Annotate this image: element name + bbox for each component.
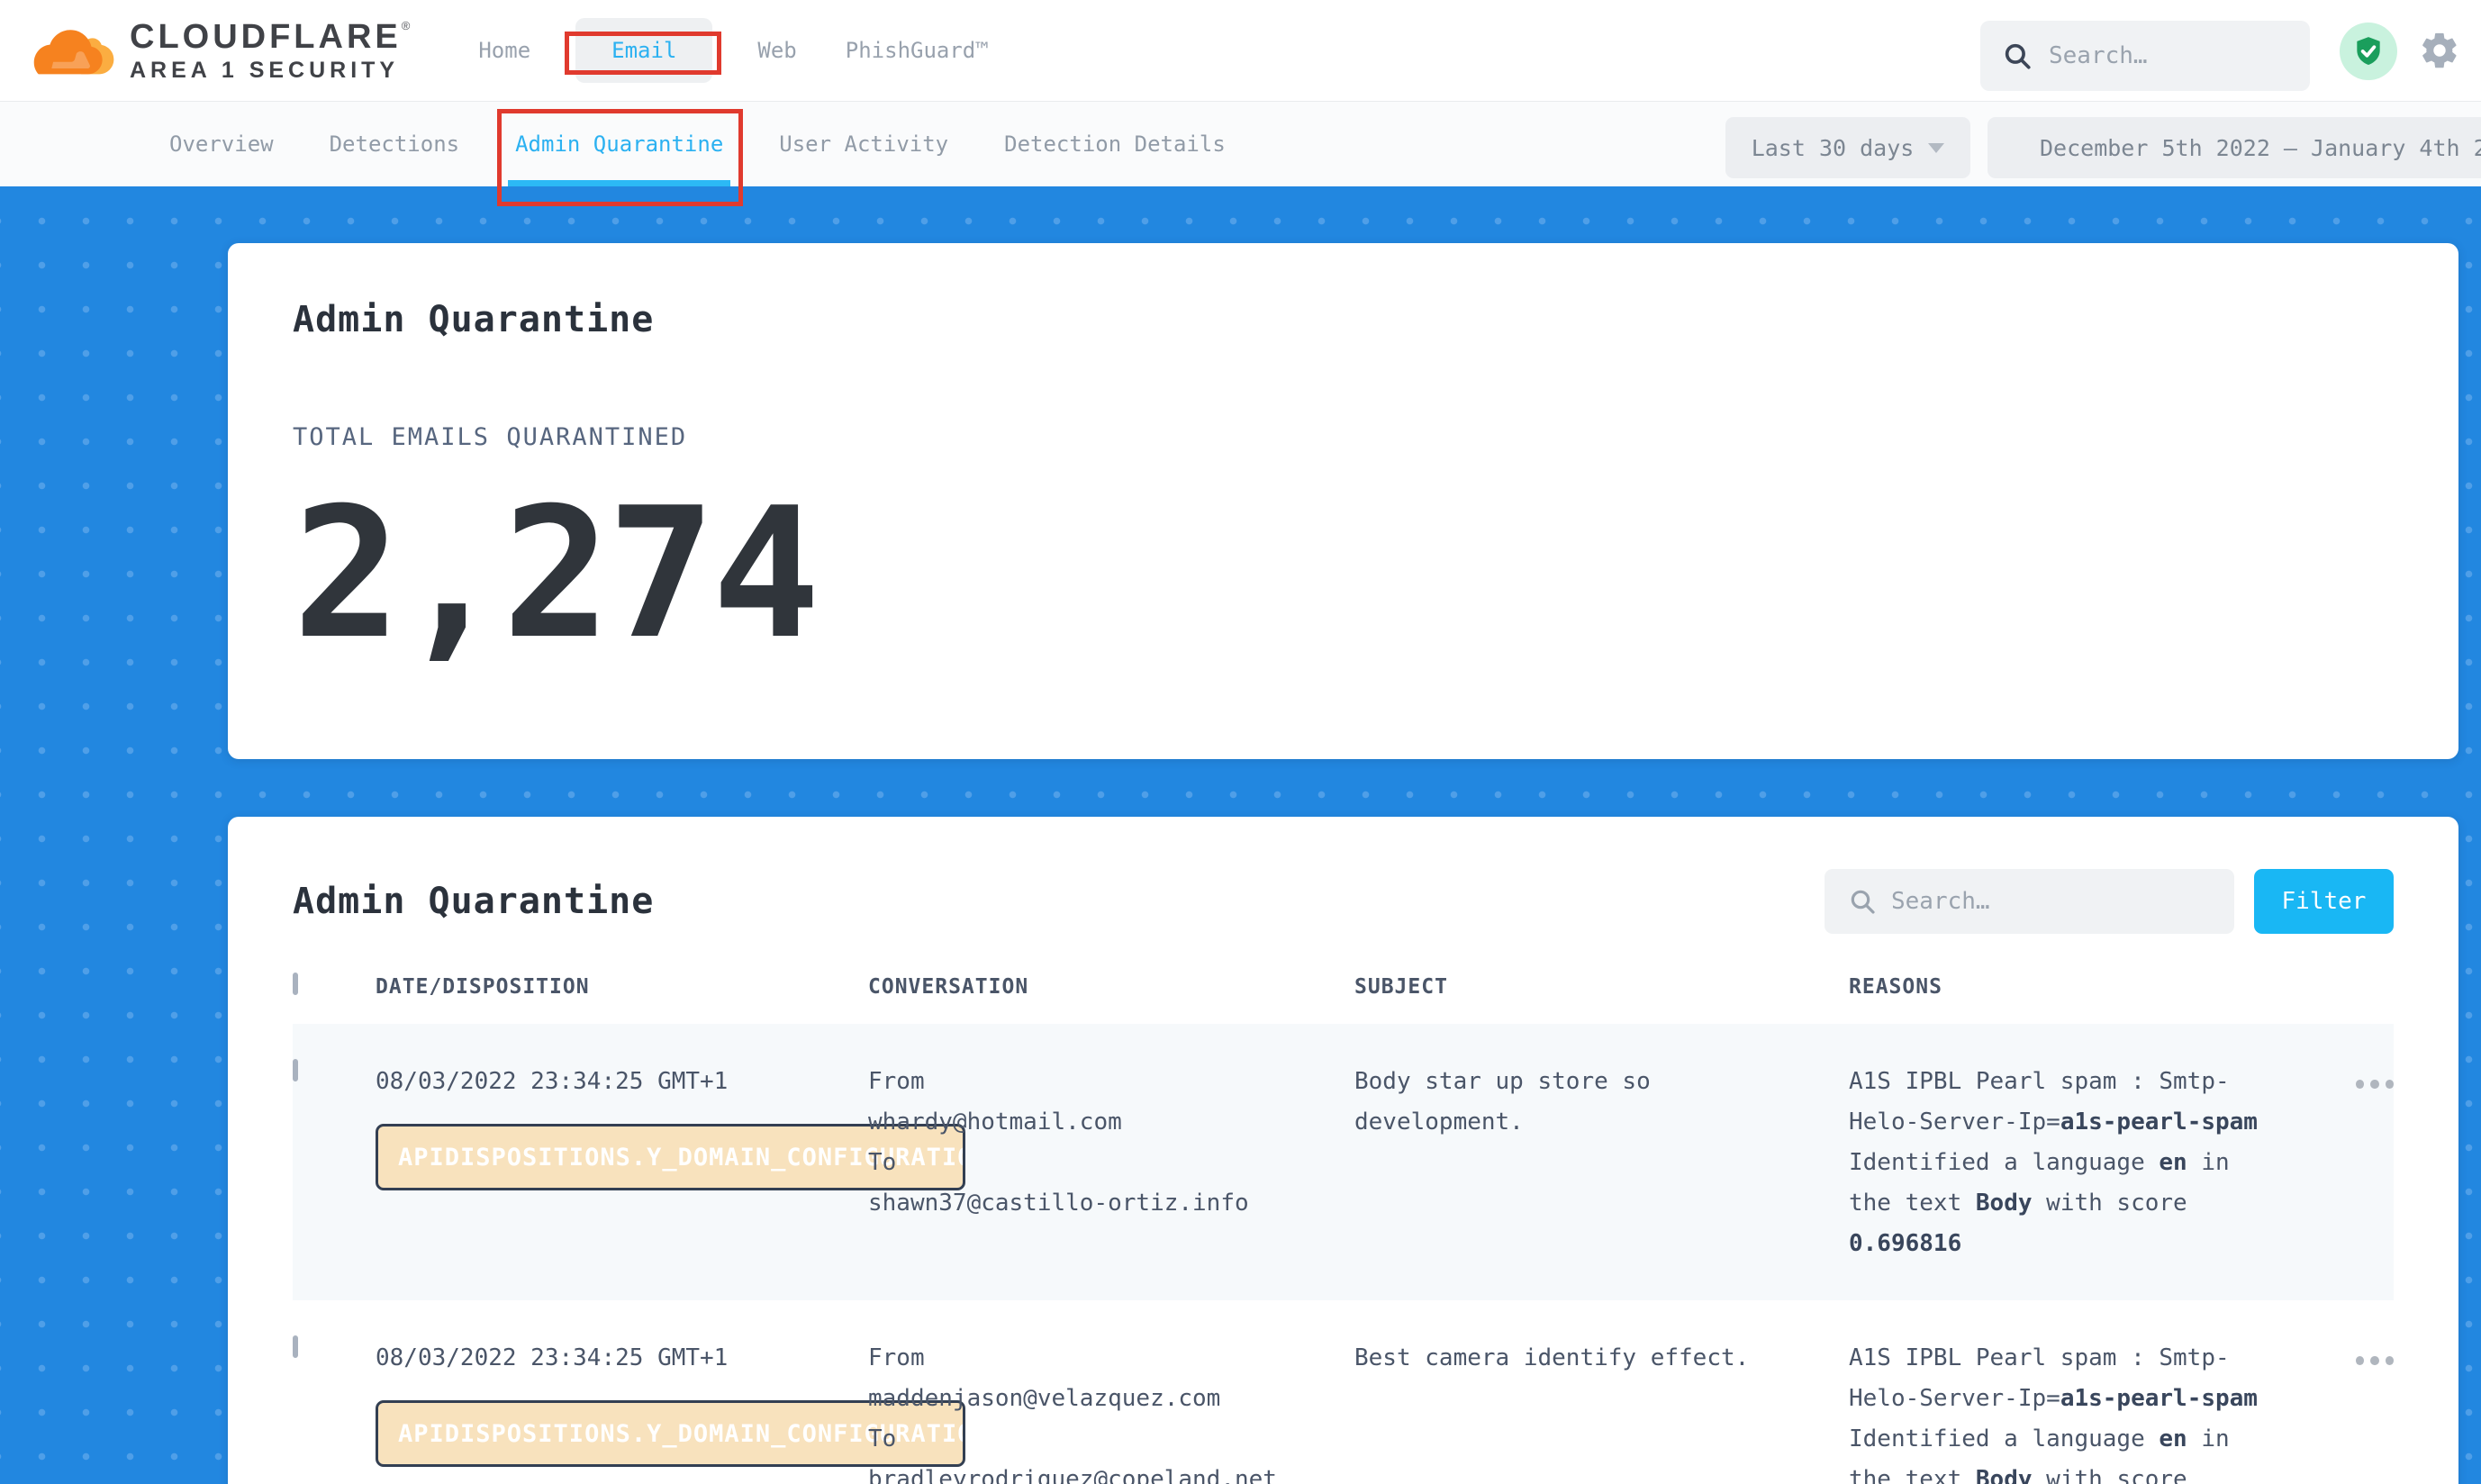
conversation-from-label: From (868, 1338, 1300, 1379)
conversation-from-label: From (868, 1062, 1300, 1102)
filter-button[interactable]: Filter (2254, 869, 2394, 934)
row-subject: Body star up store so development. (1354, 1062, 1849, 1143)
chevron-down-icon (1928, 143, 1944, 153)
nav-item-email[interactable]: Email (575, 18, 712, 83)
date-range-picker[interactable]: December 5th 2022 — January 4th 2023 (1988, 117, 2481, 178)
tab-detections[interactable]: Detections (330, 102, 460, 186)
email-subnav: Overview Detections Admin Quarantine Use… (0, 102, 2481, 186)
row-date: 08/03/2022 23:34:25 GMT+1 (376, 1338, 868, 1379)
time-range-dropdown[interactable]: Last 30 days (1725, 117, 1970, 178)
row-checkbox[interactable] (293, 1059, 298, 1081)
conversation-to-address: shawn37@castillo-ortiz.info (868, 1183, 1300, 1224)
row-reasons: A1S IPBL Pearl spam : Smtp-Helo-Server-I… (1849, 1062, 2343, 1264)
top-nav: Home Email Web PhishGuard™ (475, 31, 991, 70)
row-reasons: A1S IPBL Pearl spam : Smtp-Helo-Server-I… (1849, 1338, 2343, 1484)
column-header-subject: SUBJECT (1354, 975, 1849, 999)
table-row: 08/03/2022 23:34:25 GMT+1 APIDISPOSITION… (293, 1024, 2394, 1300)
brand-name: CLOUDFLARE (130, 18, 402, 56)
global-search-input[interactable] (2049, 42, 2288, 69)
tab-overview[interactable]: Overview (169, 102, 274, 186)
active-tab-underline (508, 180, 730, 186)
main-content: Admin Quarantine TOTAL EMAILS QUARANTINE… (0, 186, 2481, 1484)
table-search-input[interactable] (1891, 888, 2211, 915)
conversation-to-label: To (868, 1143, 1300, 1183)
row-actions-menu-icon[interactable] (2356, 1349, 2394, 1372)
table-body: 08/03/2022 23:34:25 GMT+1 APIDISPOSITION… (293, 1024, 2394, 1484)
nav-item-web[interactable]: Web (754, 31, 800, 70)
column-header-reasons: REASONS (1849, 975, 2343, 999)
select-all-checkbox[interactable] (293, 973, 298, 995)
conversation-to-label: To (868, 1419, 1300, 1460)
quarantine-table-card: Admin Quarantine Filter DATE/DISPOSITION… (228, 817, 2458, 1484)
conversation-from-address: whardy@hotmail.com (868, 1102, 1300, 1143)
tab-user-activity[interactable]: User Activity (779, 102, 948, 186)
global-search (1980, 21, 2310, 91)
conversation-from-address: maddenjason@velazquez.com (868, 1379, 1300, 1419)
table-card-title: Admin Quarantine (293, 881, 654, 922)
nav-item-home[interactable]: Home (475, 31, 534, 70)
table-row: 08/03/2022 23:34:25 GMT+1 APIDISPOSITION… (293, 1300, 2394, 1484)
search-icon (2002, 41, 2033, 71)
table-header-row: DATE/DISPOSITION CONVERSATION SUBJECT RE… (293, 934, 2394, 1024)
nav-item-phishguard[interactable]: PhishGuard™ (842, 31, 992, 70)
top-header: CLOUDFLARE® AREA 1 SECURITY Home Email W… (0, 0, 2481, 102)
row-checkbox[interactable] (293, 1335, 298, 1358)
tab-admin-quarantine[interactable]: Admin Quarantine (515, 102, 723, 186)
total-quarantined-value: 2,274 (293, 480, 2394, 669)
search-icon (1848, 887, 1877, 916)
row-subject: Best camera identify effect. (1354, 1338, 1849, 1379)
total-quarantined-label: TOTAL EMAILS QUARANTINED (293, 423, 2394, 451)
table-search (1825, 869, 2234, 934)
conversation-to-address: bradleyrodriguez@copeland.net (868, 1460, 1300, 1484)
brand-trademark: ® (402, 19, 411, 32)
column-header-conversation: CONVERSATION (868, 975, 1354, 999)
shield-check-icon (2351, 34, 2386, 68)
summary-card-title: Admin Quarantine (293, 299, 2394, 340)
cloudflare-cloud-icon (27, 22, 117, 79)
row-date: 08/03/2022 23:34:25 GMT+1 (376, 1062, 868, 1102)
tab-detection-details[interactable]: Detection Details (1004, 102, 1226, 186)
gear-icon (2419, 30, 2460, 71)
settings-button[interactable] (2419, 30, 2460, 71)
cloudflare-logo[interactable]: CLOUDFLARE® AREA 1 SECURITY (27, 20, 410, 82)
brand-subtitle: AREA 1 SECURITY (130, 59, 410, 82)
summary-card: Admin Quarantine TOTAL EMAILS QUARANTINE… (228, 243, 2458, 759)
security-status-badge[interactable] (2340, 23, 2397, 80)
column-header-date: DATE/DISPOSITION (376, 975, 868, 999)
row-actions-menu-icon[interactable] (2356, 1072, 2394, 1096)
